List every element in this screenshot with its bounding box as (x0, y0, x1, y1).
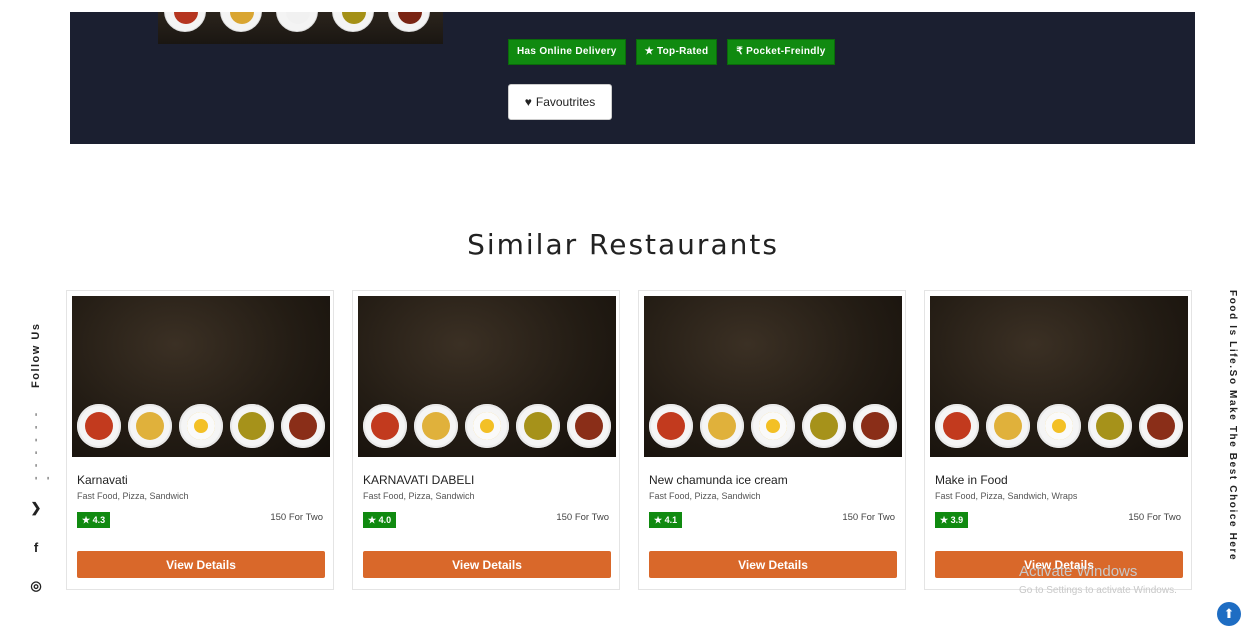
rating-badge: ★ 4.3 (77, 512, 111, 528)
cost-for-two: 150 For Two (1128, 512, 1181, 523)
activate-windows-hint: Go to Settings to activate Windows. (1019, 585, 1177, 596)
arrow-up-icon: ⬆ (1223, 606, 1235, 621)
tag-online-delivery: Has Online Delivery (508, 39, 626, 65)
view-details-button[interactable]: View Details (77, 551, 325, 578)
rating-badge: ★ 4.1 (649, 512, 683, 528)
view-details-button[interactable]: View Details (363, 551, 611, 578)
restaurant-image (358, 296, 616, 457)
restaurant-image (72, 296, 330, 457)
favourites-label: Favoutrites (535, 95, 596, 109)
restaurant-card: Karnavati Fast Food, Pizza, Sandwich ★ 4… (66, 290, 334, 590)
restaurant-card: New chamunda ice cream Fast Food, Pizza,… (638, 290, 906, 590)
food-plate-icon (220, 12, 262, 32)
cost-for-two: 150 For Two (842, 512, 895, 523)
restaurant-card: Make in Food Fast Food, Pizza, Sandwich,… (924, 290, 1192, 590)
food-plate-icon (276, 12, 318, 32)
food-plate-icon (388, 12, 430, 32)
cost-for-two: 150 For Two (556, 512, 609, 523)
twitter-icon[interactable]: ❯ (28, 500, 44, 516)
restaurant-cuisine: Fast Food, Pizza, Sandwich (649, 491, 761, 501)
rating-badge: ★ 4.0 (363, 512, 397, 528)
section-title: Similar Restaurants (467, 228, 779, 261)
restaurant-name[interactable]: Karnavati (77, 473, 128, 487)
restaurant-name[interactable]: New chamunda ice cream (649, 473, 788, 487)
food-plate-icon (332, 12, 374, 32)
restaurant-image (644, 296, 902, 457)
restaurant-cuisine: Fast Food, Pizza, Sandwich (77, 491, 189, 501)
restaurant-name[interactable]: KARNAVATI DABELI (363, 473, 474, 487)
restaurant-card: KARNAVATI DABELI Fast Food, Pizza, Sandw… (352, 290, 620, 590)
restaurant-image (930, 296, 1188, 457)
restaurant-tags: Has Online Delivery ★ Top-Rated ₹ Pocket… (508, 39, 835, 65)
view-details-button[interactable]: View Details (649, 551, 897, 578)
tag-pocket-friendly: ₹ Pocket-Freindly (727, 39, 835, 65)
restaurant-cuisine: Fast Food, Pizza, Sandwich (363, 491, 475, 501)
cost-for-two: 150 For Two (270, 512, 323, 523)
instagram-icon[interactable]: ◎ (28, 578, 44, 594)
tag-top-rated: ★ Top-Rated (635, 39, 718, 65)
vertical-tagline: Food Is Life.So Make The Best Choice Her… (1227, 290, 1238, 562)
scroll-to-top-button[interactable]: ⬆ (1217, 602, 1241, 626)
food-plate-icon (164, 12, 206, 32)
restaurant-hero: Has Online Delivery ★ Top-Rated ₹ Pocket… (70, 12, 1195, 144)
rating-badge: ★ 3.9 (935, 512, 969, 528)
favourites-button[interactable]: ♥ Favoutrites (508, 84, 612, 120)
follow-us-label: Follow Us (30, 322, 42, 388)
restaurant-cuisine: Fast Food, Pizza, Sandwich, Wraps (935, 491, 1078, 501)
restaurant-name[interactable]: Make in Food (935, 473, 1008, 487)
activate-windows-watermark: Activate Windows (1019, 563, 1138, 580)
heart-icon: ♥ (524, 95, 532, 109)
restaurant-hero-image (158, 12, 443, 44)
divider-dots: - - - - - - - (30, 409, 54, 480)
facebook-icon[interactable]: f (28, 540, 44, 556)
